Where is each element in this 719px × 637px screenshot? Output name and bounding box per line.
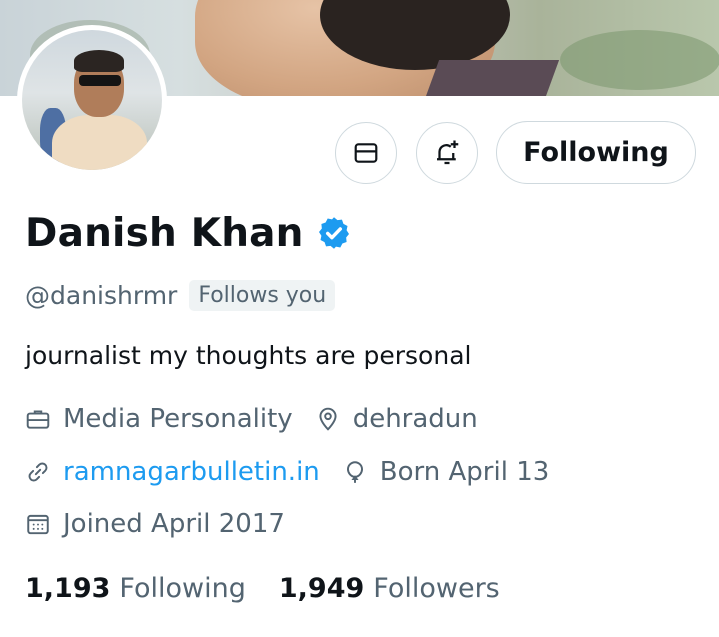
profile-name: Danish Khan: [25, 210, 304, 256]
location-pin-icon: [319, 407, 337, 431]
profile-handle: @danishrmr: [25, 281, 178, 310]
follow-stats: 1,193 Following 1,949 Followers: [25, 573, 500, 604]
balloon-icon: [346, 461, 363, 483]
envelope-icon: [354, 143, 378, 163]
profile-meta-row: Joined April 2017: [25, 509, 285, 539]
link-icon: [28, 462, 48, 482]
follows-you-badge: Follows you: [189, 280, 336, 311]
followers-count: 1,949: [278, 573, 365, 604]
notify-button[interactable]: [416, 122, 478, 184]
briefcase-icon: [26, 410, 50, 429]
following-stat[interactable]: 1,193 Following: [25, 573, 246, 604]
profile-meta-row: ramnagarbulletin.in Born April 13: [25, 457, 549, 487]
following-label: Following: [119, 573, 246, 604]
avatar-hair: [74, 50, 124, 72]
website-link[interactable]: ramnagarbulletin.in: [63, 457, 320, 487]
bell-plus-icon: [437, 140, 459, 165]
avatar-photo: [22, 30, 162, 170]
banner-shirt: [420, 60, 560, 96]
banner-background-field: [560, 30, 719, 90]
avatar-sunglasses: [79, 75, 121, 86]
name-row: Danish Khan: [25, 207, 352, 259]
birthday: Born April 13: [342, 457, 550, 487]
avatar[interactable]: [17, 25, 167, 175]
followers-label: Followers: [373, 573, 500, 604]
birthday-label: Born April 13: [379, 457, 550, 487]
website: ramnagarbulletin.in: [25, 457, 320, 487]
following-count: 1,193: [25, 573, 111, 604]
message-button[interactable]: [335, 122, 397, 184]
handle-row: @danishrmr Follows you: [25, 280, 336, 311]
joined-label: Joined April 2017: [63, 509, 285, 539]
followers-stat[interactable]: 1,949 Followers: [279, 573, 500, 604]
location: dehradun: [315, 404, 478, 434]
following-button[interactable]: Following: [496, 121, 696, 184]
calendar-icon: [27, 514, 49, 535]
verified-badge-icon[interactable]: [316, 215, 352, 251]
professional-category: Media Personality: [25, 404, 293, 434]
profile-bio: journalist my thoughts are personal: [25, 341, 472, 370]
category-label: Media Personality: [63, 404, 293, 434]
avatar-body: [52, 115, 147, 170]
location-label: dehradun: [352, 404, 478, 434]
profile-meta-row: Media Personality dehradun: [25, 404, 478, 434]
join-date: Joined April 2017: [25, 509, 285, 539]
